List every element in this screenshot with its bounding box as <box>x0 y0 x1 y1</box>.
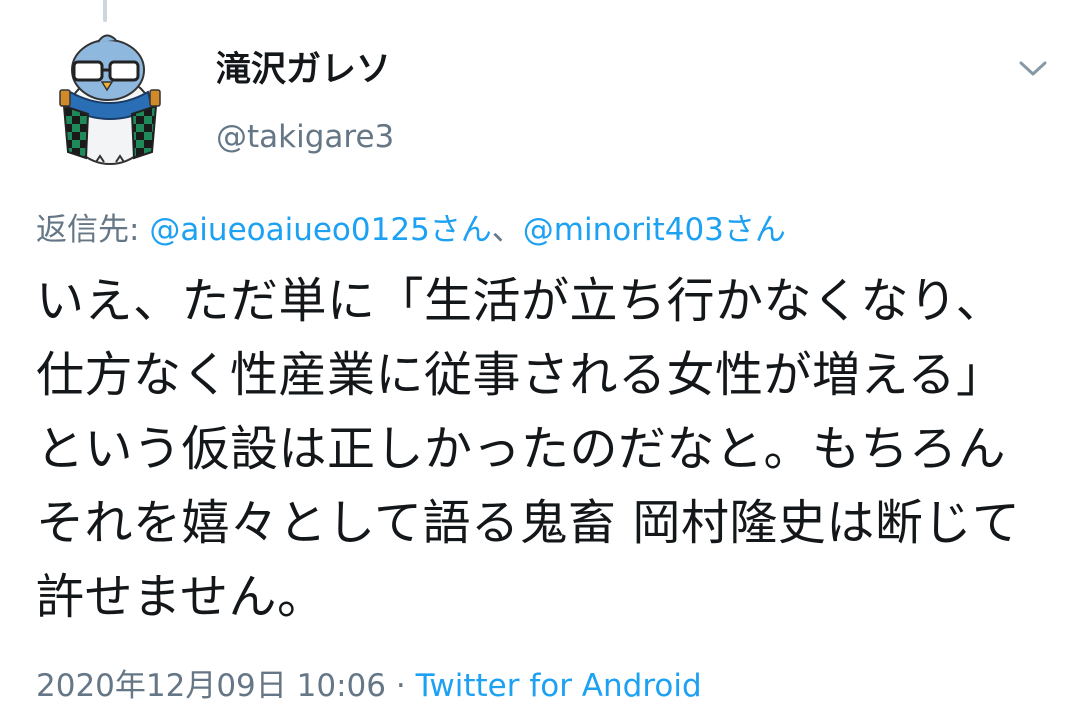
mention-link-2[interactable]: @minorit403さん <box>523 212 786 248</box>
reply-prefix: 返信先: <box>36 212 140 248</box>
chevron-down-icon <box>1019 61 1047 76</box>
meta-separator: · <box>395 668 406 704</box>
tweet-meta: 2020年12月09日 10:06 · Twitter for Android <box>36 664 702 708</box>
reply-separator: 、 <box>491 212 523 248</box>
more-options-button[interactable] <box>1013 54 1053 84</box>
avatar[interactable] <box>40 28 180 168</box>
source-link[interactable]: Twitter for Android <box>416 668 702 704</box>
reply-to-line: 返信先: @aiueoaiueo0125さん、@minorit403さん <box>36 208 786 252</box>
bird-avatar-icon <box>40 28 180 168</box>
tweet-text: いえ、ただ単に「生活が立ち行かなくなり、仕方なく性産業に従事される女性が増える」… <box>36 273 1021 625</box>
timestamp[interactable]: 2020年12月09日 10:06 <box>36 668 386 704</box>
mention-link-1[interactable]: @aiueoaiueo0125さん <box>149 212 491 248</box>
display-name[interactable]: 滝沢ガレソ <box>216 48 391 92</box>
user-handle[interactable]: @takigare3 <box>216 116 394 158</box>
thread-connector-line <box>103 0 107 22</box>
